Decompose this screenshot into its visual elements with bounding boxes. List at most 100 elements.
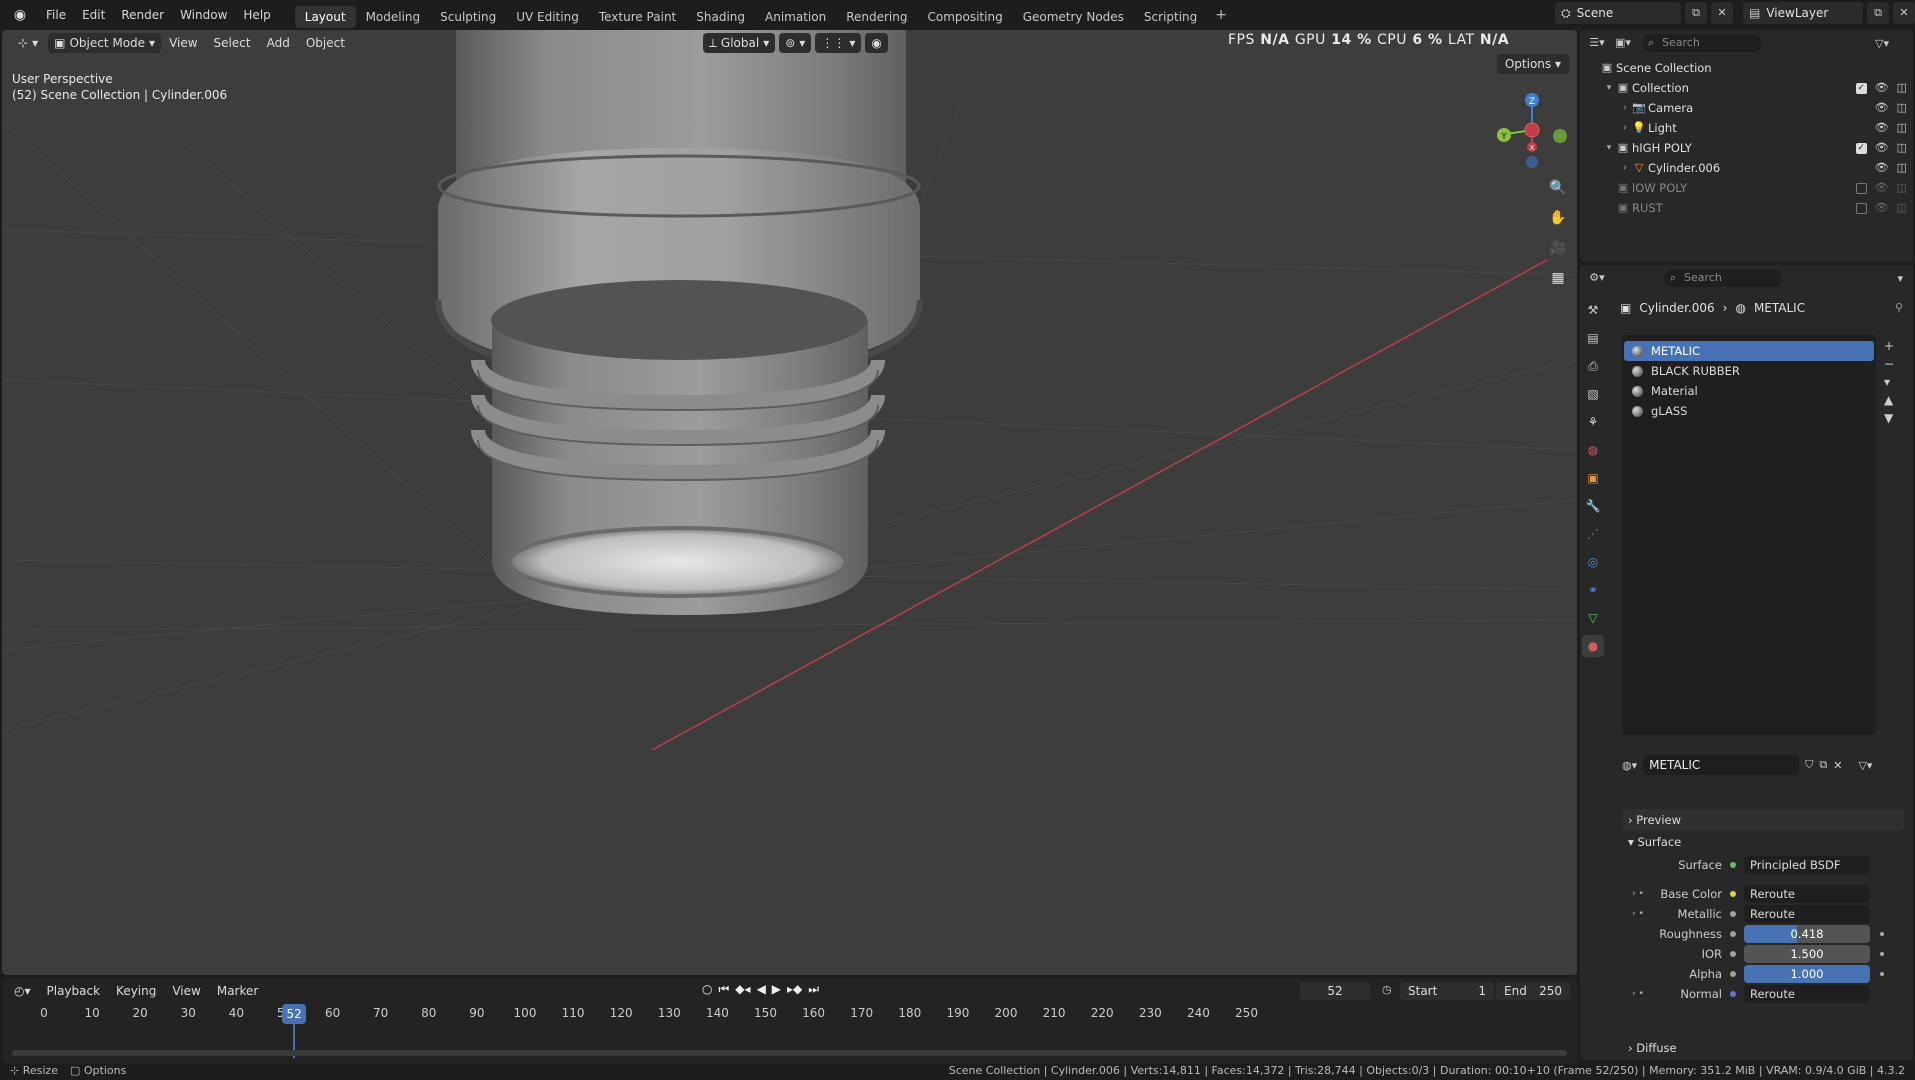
visibility-eye-icon[interactable]: 👁 xyxy=(1875,178,1889,198)
editor-type-button[interactable]: ⊹ ▾ xyxy=(12,33,44,53)
viewport-options-button[interactable]: Options ▾ xyxy=(1496,54,1569,74)
expand-arrow-icon[interactable]: › xyxy=(1620,98,1630,118)
menu-window[interactable]: Window xyxy=(172,0,235,30)
add-slot-icon[interactable]: + xyxy=(1884,339,1894,353)
tab-texture-paint[interactable]: Texture Paint xyxy=(589,6,686,28)
linked-node-field[interactable]: Reroute xyxy=(1744,885,1870,903)
material-slot-item[interactable]: Material xyxy=(1624,381,1874,401)
slot-specials-icon[interactable]: ▾ xyxy=(1884,375,1894,389)
expand-arrow-icon[interactable]: ▾ xyxy=(1604,138,1614,158)
play-reverse-icon[interactable]: ◀ xyxy=(757,982,766,997)
add-workspace-button[interactable]: + xyxy=(1207,0,1235,30)
particles-tab-icon[interactable]: ⋰ xyxy=(1582,523,1604,545)
object-tab-icon[interactable]: ▣ xyxy=(1582,467,1604,489)
material-slot-item[interactable]: METALIC xyxy=(1624,341,1874,361)
expand-arrow-icon[interactable]: › xyxy=(1620,158,1630,178)
outliner-row[interactable]: › 💡 Light 👁 ◫ xyxy=(1580,118,1913,138)
viewport-menu-add[interactable]: Add xyxy=(259,36,298,50)
camera-view-icon[interactable]: 🎥 xyxy=(1546,236,1570,260)
playhead-frame-indicator[interactable]: 52 xyxy=(282,1004,307,1024)
visibility-eye-icon[interactable]: 👁 xyxy=(1875,118,1889,138)
property-slider[interactable]: 0.418 xyxy=(1744,925,1870,943)
record-icon[interactable]: ○ xyxy=(702,982,712,997)
duplicate-material-icon[interactable]: ⧉ xyxy=(1819,758,1827,772)
tab-modeling[interactable]: Modeling xyxy=(356,6,431,28)
physics-tab-icon[interactable]: ◎ xyxy=(1582,551,1604,573)
socket-icon[interactable] xyxy=(1730,951,1736,957)
modifier-tab-icon[interactable]: 🔧 xyxy=(1582,495,1604,517)
outliner-row[interactable]: ▾ ▣ Collection ✓ 👁 ◫ xyxy=(1580,78,1913,98)
world-tab-icon[interactable]: ◍ xyxy=(1582,439,1604,461)
filter-icon[interactable]: ▽▾ xyxy=(1875,37,1889,50)
tab-scripting[interactable]: Scripting xyxy=(1134,6,1207,28)
visibility-eye-icon[interactable]: 👁 xyxy=(1875,158,1889,178)
end-frame-field[interactable]: End 250 xyxy=(1496,982,1570,1000)
menu-help[interactable]: Help xyxy=(235,0,278,30)
render-camera-icon[interactable]: ◫ xyxy=(1897,198,1907,218)
play-icon[interactable]: ▶ xyxy=(772,982,781,997)
preview-panel-header[interactable]: › Preview xyxy=(1622,809,1904,831)
pin-icon[interactable]: ⚲ xyxy=(1895,301,1903,314)
render-camera-icon[interactable]: ◫ xyxy=(1897,118,1907,138)
expand-arrow-icon[interactable]: › • xyxy=(1632,989,1644,999)
properties-search-input[interactable]: Search xyxy=(1664,269,1782,287)
socket-icon[interactable] xyxy=(1730,862,1736,868)
mode-selector[interactable]: ▣ Object Mode ▾ xyxy=(48,33,162,53)
expand-arrow-icon[interactable]: ▾ xyxy=(1604,78,1614,98)
socket-icon[interactable] xyxy=(1730,891,1736,897)
start-frame-field[interactable]: Start 1 xyxy=(1400,982,1494,1000)
prev-keyframe-icon[interactable]: ◆◂ xyxy=(735,982,750,997)
socket-icon[interactable] xyxy=(1730,911,1736,917)
next-keyframe-icon[interactable]: ▸◆ xyxy=(787,982,802,997)
tab-sculpting[interactable]: Sculpting xyxy=(430,6,506,28)
property-slider[interactable]: 1.500 xyxy=(1744,945,1870,963)
menu-edit[interactable]: Edit xyxy=(74,0,113,30)
viewport-menu-select[interactable]: Select xyxy=(206,36,259,50)
outliner-editor-type-icon[interactable]: ☰▾ xyxy=(1586,32,1608,54)
outliner-row[interactable]: ▣ RUST 👁 ◫ xyxy=(1580,198,1913,218)
display-mode-icon[interactable]: ▣▾ xyxy=(1612,32,1634,54)
visibility-eye-icon[interactable]: 👁 xyxy=(1875,78,1889,98)
expand-arrow-icon[interactable]: › xyxy=(1620,118,1630,138)
delete-scene-button[interactable]: ✕ xyxy=(1711,2,1733,24)
outliner-search-input[interactable]: Search xyxy=(1642,34,1762,52)
linked-node-field[interactable]: Reroute xyxy=(1744,985,1870,1003)
move-slot-down-icon[interactable]: ▼ xyxy=(1884,411,1894,425)
3d-viewport[interactable]: ⊹ ▾ ▣ Object Mode ▾ View Select Add Object ⟂ … xyxy=(2,30,1577,975)
pan-hand-icon[interactable]: ✋ xyxy=(1546,206,1570,230)
outliner-editor[interactable]: ☰▾ ▣▾ Search ▽▾ ▣Scene Collection▾▣Colle… xyxy=(1580,30,1913,262)
constraints-tab-icon[interactable]: ⚭ xyxy=(1582,579,1604,601)
linked-node-field[interactable]: Principled BSDF xyxy=(1744,856,1870,874)
outliner-row[interactable]: ▾ ▣ hIGH POLY ✓ 👁 ◫ xyxy=(1580,138,1913,158)
render-tab-icon[interactable]: ▤ xyxy=(1582,327,1604,349)
animate-property-icon[interactable] xyxy=(1880,972,1884,976)
output-tab-icon[interactable]: ⎙ xyxy=(1582,355,1604,377)
view-layer-tab-icon[interactable]: ▧ xyxy=(1582,383,1604,405)
material-slot-list[interactable]: METALIC BLACK RUBBER Material gLASS xyxy=(1622,335,1876,735)
timeline-scrollbar[interactable] xyxy=(12,1050,1567,1056)
new-scene-button[interactable]: ⧉ xyxy=(1685,2,1707,24)
socket-icon[interactable] xyxy=(1730,971,1736,977)
timeline-ruler[interactable]: 0102030405060708090100110120130140150160… xyxy=(2,1006,1577,1026)
blender-logo-icon[interactable]: ◉ xyxy=(10,5,30,25)
proportional-edit-toggle[interactable]: ◉ xyxy=(865,33,888,53)
property-slider[interactable]: 1.000 xyxy=(1744,965,1870,983)
data-tab-icon[interactable]: ▽ xyxy=(1582,607,1604,629)
jump-start-icon[interactable]: ⏮ xyxy=(718,982,729,997)
render-camera-icon[interactable]: ◫ xyxy=(1897,158,1907,178)
tab-uv-editing[interactable]: UV Editing xyxy=(506,6,589,28)
outliner-row[interactable]: ▣ lOW POLY 👁 ◫ xyxy=(1580,178,1913,198)
outliner-row[interactable]: ▣ Scene Collection xyxy=(1580,58,1913,78)
menu-file[interactable]: File xyxy=(38,0,74,30)
socket-icon[interactable] xyxy=(1730,931,1736,937)
render-camera-icon[interactable]: ◫ xyxy=(1897,138,1907,158)
material-name-field[interactable]: METALIC xyxy=(1643,755,1800,775)
exclude-checkbox[interactable] xyxy=(1855,182,1867,194)
transform-orientation-selector[interactable]: ⟂ Global ▾ xyxy=(702,33,776,53)
render-camera-icon[interactable]: ◫ xyxy=(1897,98,1907,118)
render-camera-icon[interactable]: ◫ xyxy=(1897,178,1907,198)
pivot-selector[interactable]: ⊚ ▾ xyxy=(779,33,812,53)
remove-slot-icon[interactable]: − xyxy=(1884,357,1894,371)
timeline-menu-playback[interactable]: Playback xyxy=(39,984,109,998)
scene-tab-icon[interactable]: ⚘ xyxy=(1582,411,1604,433)
